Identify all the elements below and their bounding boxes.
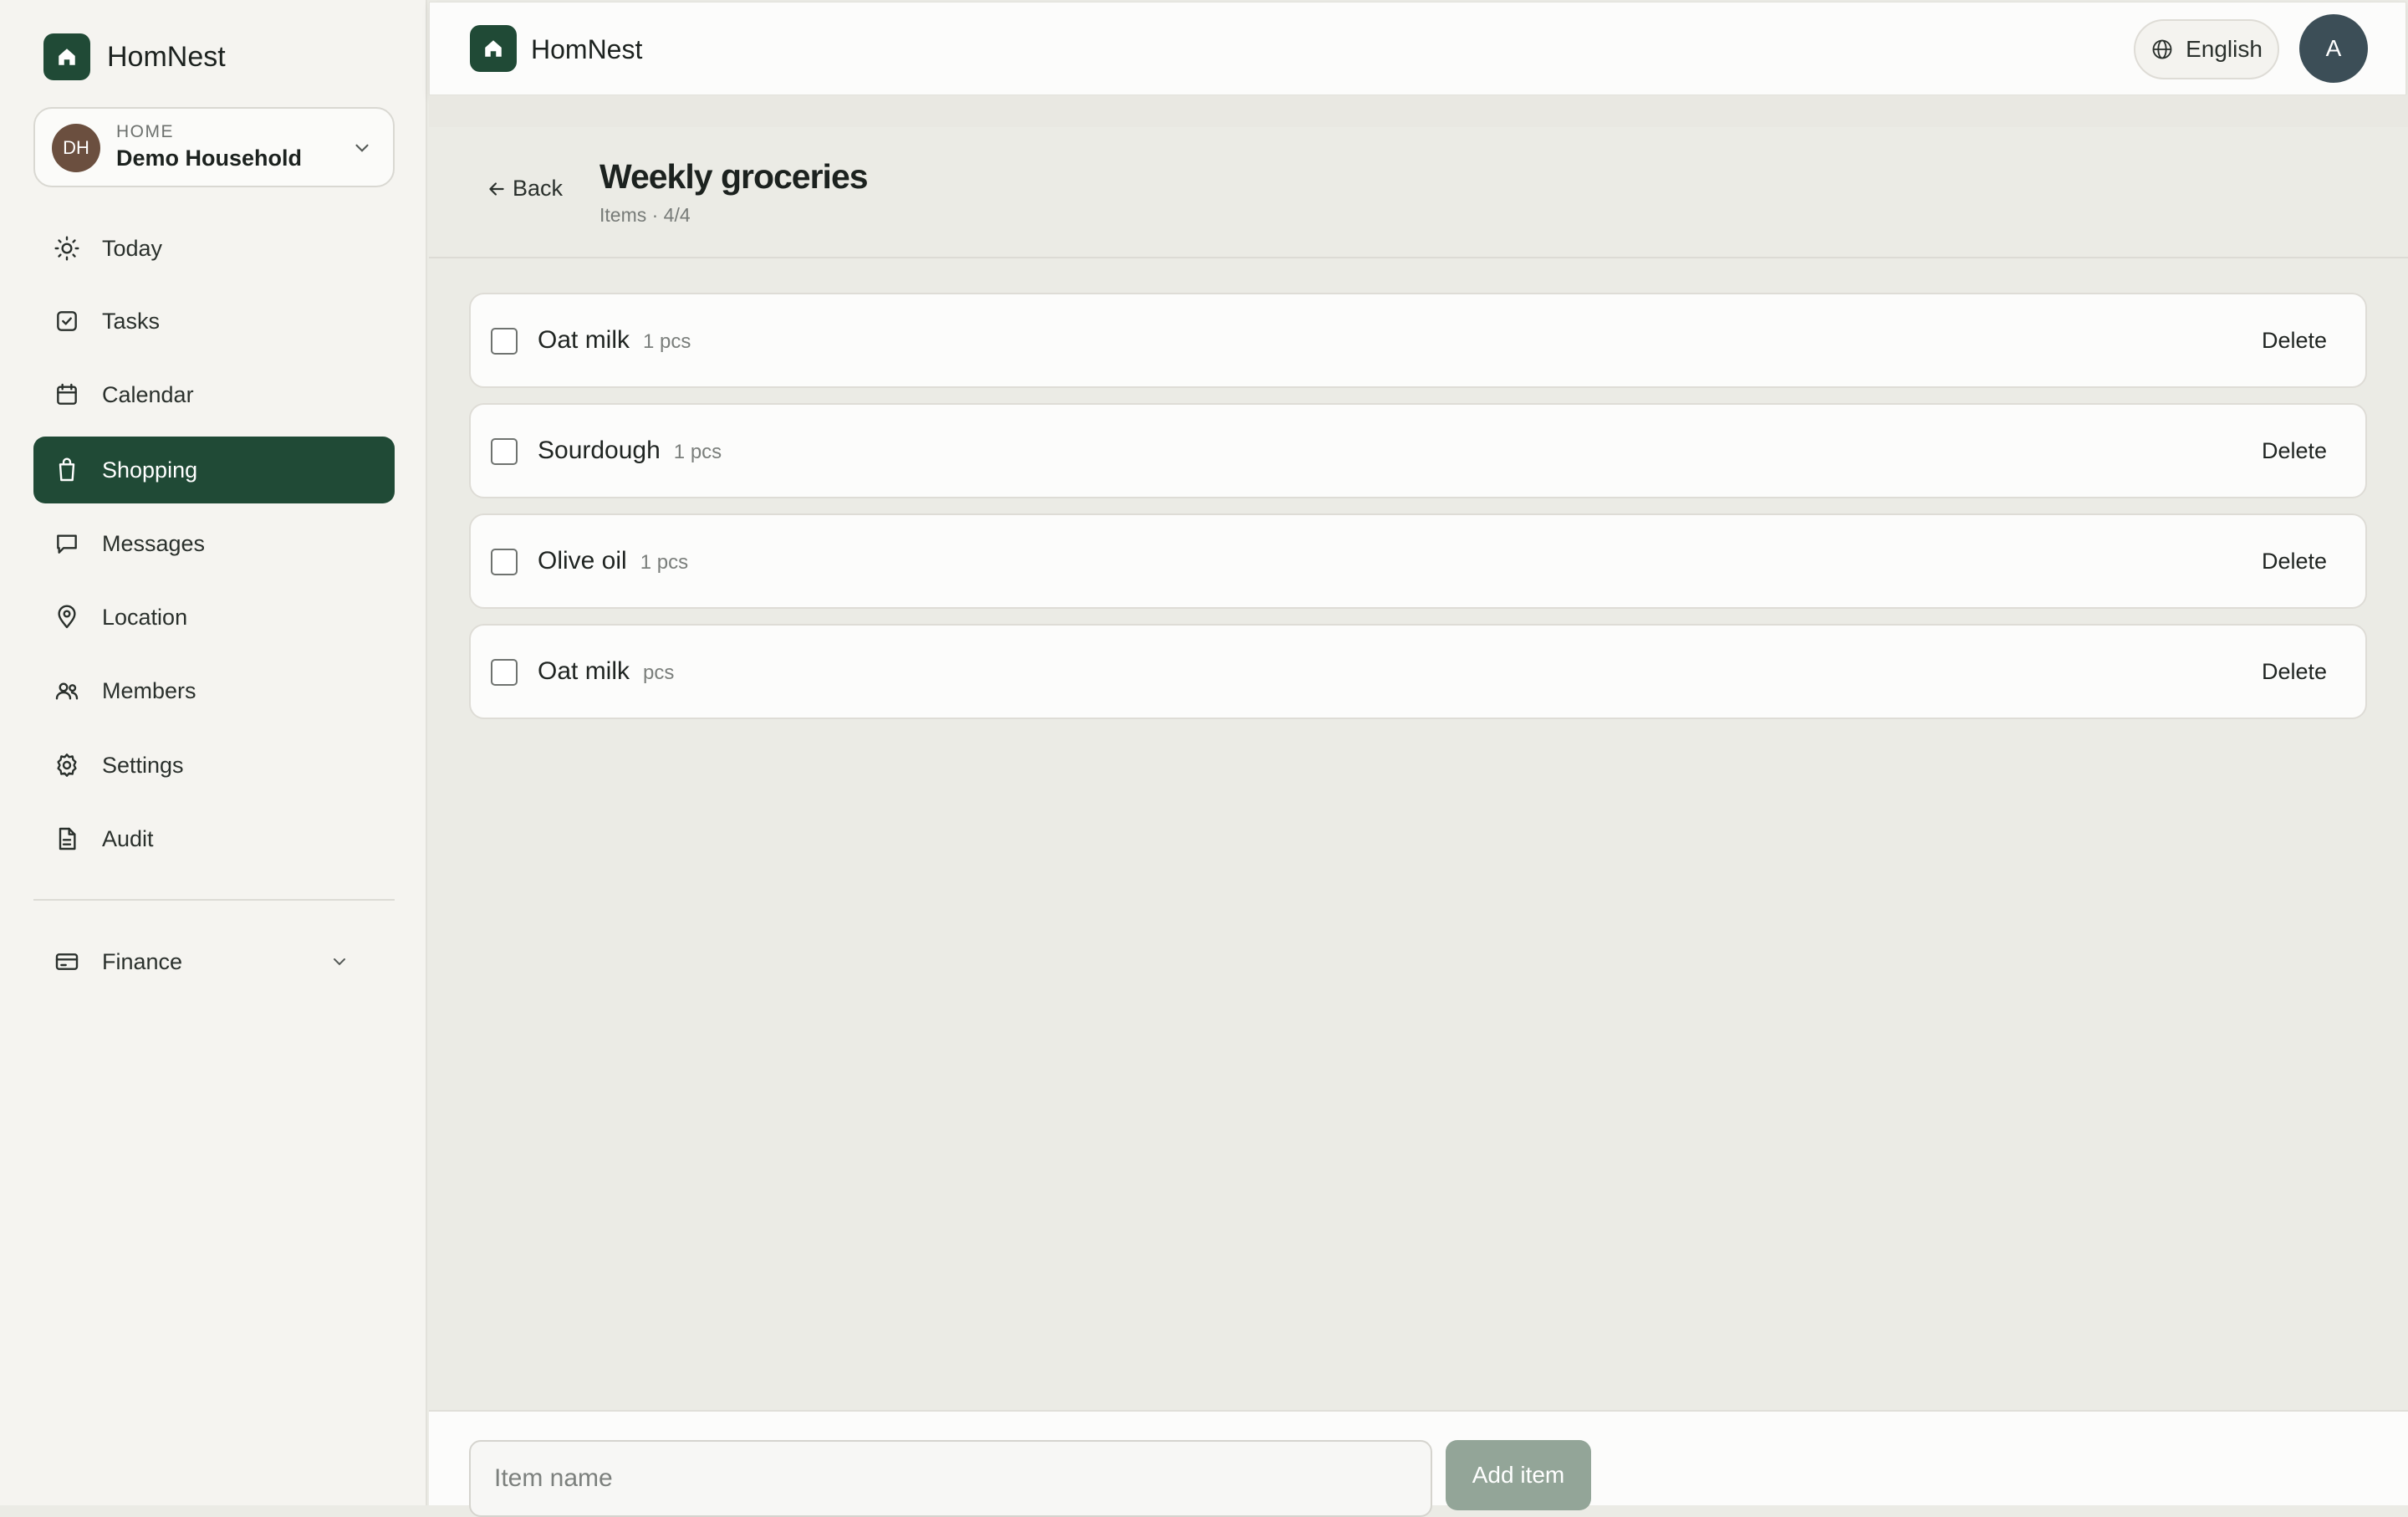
item-name: Oat milk <box>538 326 630 354</box>
sidebar-item-label: Shopping <box>102 457 198 483</box>
header-app-name: HomNest <box>531 34 643 64</box>
item-checkbox[interactable] <box>491 438 518 465</box>
credit-card-icon <box>55 953 79 970</box>
brand-name: HomNest <box>107 40 226 73</box>
item-quantity: 1 pcs <box>673 441 722 463</box>
sidebar-item-messages[interactable]: Messages <box>33 510 395 577</box>
sidebar-item-label: Calendar <box>102 381 194 407</box>
item-checkbox[interactable] <box>491 659 518 686</box>
back-label: Back <box>513 176 564 201</box>
list-item: Olive oil 1 pcs Delete <box>469 513 2367 609</box>
sidebar-item-finance[interactable]: Finance <box>33 928 395 995</box>
sidebar-item-label: Location <box>102 604 188 630</box>
item-name: Sourdough <box>538 437 661 464</box>
delete-button[interactable]: Delete <box>2262 438 2327 464</box>
page-title: Weekly groceries <box>599 157 869 196</box>
chevron-down-icon <box>355 144 369 152</box>
gear-icon <box>57 753 77 777</box>
list-item: Oat milk 1 pcs Delete <box>469 293 2367 388</box>
sidebar-item-shopping[interactable]: Shopping <box>33 437 395 503</box>
item-quantity: pcs <box>643 661 675 684</box>
delete-button[interactable]: Delete <box>2262 659 2327 685</box>
arrow-left-icon <box>489 181 504 196</box>
calendar-icon <box>57 383 77 405</box>
item-quantity: 1 pcs <box>643 330 691 353</box>
item-name: Oat milk <box>538 657 630 685</box>
list-item: Oat milk pcs Delete <box>469 624 2367 719</box>
list-item: Sourdough 1 pcs Delete <box>469 403 2367 498</box>
chevron-down-icon <box>334 958 345 966</box>
sidebar-item-label: Today <box>102 235 163 261</box>
sidebar-item-label: Settings <box>102 752 184 778</box>
home-logo-icon[interactable] <box>470 25 517 72</box>
item-text: Oat milk pcs <box>538 657 674 686</box>
language-label: English <box>2186 36 2263 62</box>
sidebar-item-audit[interactable]: Audit <box>33 805 395 872</box>
item-text: Oat milk 1 pcs <box>538 326 691 355</box>
add-item-button[interactable]: Add item <box>1446 1440 1591 1510</box>
scroll-overlap-strip <box>429 95 2408 127</box>
language-button[interactable]: English <box>2134 19 2279 79</box>
list-header: Back Weekly groceries Items · 4/4 <box>429 127 2408 258</box>
document-icon <box>59 827 76 850</box>
top-bar: HomNest English A <box>429 2 2406 95</box>
household-name: Demo Household <box>116 146 303 171</box>
globe-icon <box>2152 39 2172 59</box>
sidebar-item-today[interactable]: Today <box>33 215 395 282</box>
sidebar-item-label: Finance <box>102 948 183 974</box>
sidebar-item-label: Members <box>102 677 196 703</box>
delete-button[interactable]: Delete <box>2262 549 2327 575</box>
item-count: Items · 4/4 <box>599 204 691 226</box>
shopping-bag-icon <box>59 457 75 482</box>
household-switcher[interactable]: DH HOME Demo Household <box>33 107 395 187</box>
sidebar-item-calendar[interactable]: Calendar <box>33 361 395 428</box>
check-square-icon <box>57 311 77 331</box>
message-icon <box>57 534 77 554</box>
item-name: Olive oil <box>538 547 627 575</box>
sidebar-item-location[interactable]: Location <box>33 584 395 651</box>
sidebar-item-label: Messages <box>102 530 206 556</box>
map-pin-icon <box>58 605 76 629</box>
sidebar-item-label: Tasks <box>102 308 161 334</box>
sidebar-item-tasks[interactable]: Tasks <box>33 288 395 355</box>
back-button[interactable]: Back <box>486 176 563 202</box>
users-icon <box>55 682 79 700</box>
sidebar-divider <box>33 899 395 901</box>
item-checkbox[interactable] <box>491 549 518 575</box>
item-quantity: 1 pcs <box>640 551 689 574</box>
item-text: Olive oil 1 pcs <box>538 547 688 575</box>
sun-icon <box>54 236 79 261</box>
household-label: HOME <box>116 122 174 141</box>
home-logo-icon <box>43 33 90 80</box>
sidebar-item-label: Audit <box>102 825 154 851</box>
sidebar: HomNest DH HOME Demo Household Today Tas… <box>0 0 427 1505</box>
delete-button[interactable]: Delete <box>2262 328 2327 354</box>
add-item-bar: Add item <box>429 1410 2408 1517</box>
sidebar-item-settings[interactable]: Settings <box>33 732 395 799</box>
item-text: Sourdough 1 pcs <box>538 437 722 465</box>
brand[interactable]: HomNest <box>43 33 226 80</box>
user-avatar[interactable]: A <box>2299 14 2368 83</box>
item-name-input[interactable] <box>469 1440 1432 1517</box>
sidebar-item-members[interactable]: Members <box>33 657 395 724</box>
household-avatar: DH <box>52 124 100 172</box>
item-checkbox[interactable] <box>491 328 518 355</box>
